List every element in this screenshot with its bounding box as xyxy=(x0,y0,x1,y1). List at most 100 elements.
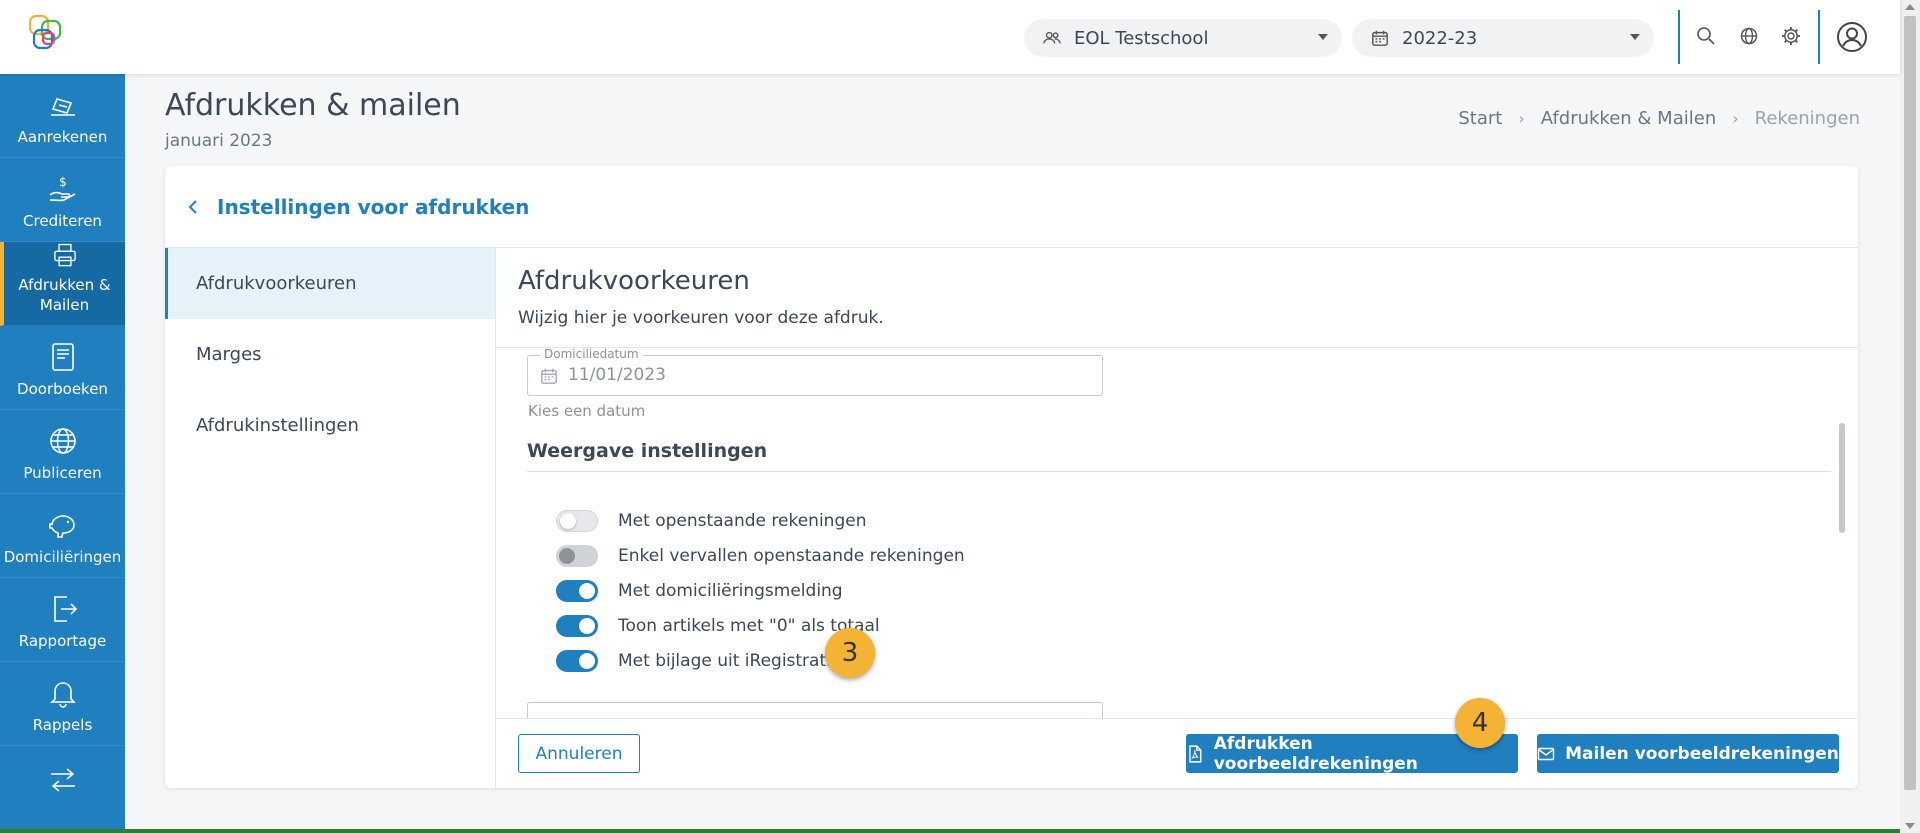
sidebar-item-label: Publiceren xyxy=(23,464,102,482)
user-avatar-icon[interactable] xyxy=(1836,21,1868,53)
divider xyxy=(1818,10,1820,64)
settings-card: Instellingen voor afdrukken Afdrukvoorke… xyxy=(165,166,1858,788)
breadcrumb-rekeningen: Rekeningen xyxy=(1754,108,1860,129)
piggy-bank-icon xyxy=(48,515,75,538)
calendar-icon xyxy=(541,368,557,384)
content-title: Afdrukvoorkeuren xyxy=(518,266,750,296)
toggle-label: Enkel vervallen openstaande rekeningen xyxy=(618,546,965,566)
step-marker-3: 3 xyxy=(825,628,875,678)
sidebar-item-aanrekenen[interactable]: Aanrekenen xyxy=(0,74,125,158)
globe-icon xyxy=(49,428,76,454)
card-footer: Annuleren Afdrukken voorbeeldrekeningen … xyxy=(496,718,1858,788)
sidebar-item-label: Aanrekenen xyxy=(17,128,108,146)
chevron-left-icon[interactable] xyxy=(181,195,205,219)
domiciliedatum-label: Domiciliedatum xyxy=(540,348,643,361)
chevron-right-icon: › xyxy=(1732,109,1739,128)
export-icon xyxy=(53,596,77,622)
toggle-row: Met bijlage uit iRegistratie xyxy=(556,648,841,674)
printer-icon xyxy=(53,243,76,267)
users-icon xyxy=(1042,28,1062,48)
pdf-file-icon xyxy=(1189,744,1202,763)
breadcrumb-afdrukken-mailen[interactable]: Afdrukken & Mailen xyxy=(1541,108,1716,129)
sidebar: Aanrekenen $ Crediteren Afdrukken & Mail… xyxy=(0,74,125,833)
page-scrollbar[interactable] xyxy=(1900,0,1920,833)
globe-icon[interactable] xyxy=(1737,24,1761,48)
svg-text:$: $ xyxy=(59,175,67,189)
content-header: Afdrukvoorkeuren Wijzig hier je voorkeur… xyxy=(496,248,1858,348)
toggle-label: Met domiciliëringsmelding xyxy=(618,581,843,601)
scrollbar-thumb[interactable] xyxy=(1904,16,1916,790)
card-title[interactable]: Instellingen voor afdrukken xyxy=(217,195,529,219)
book-icon xyxy=(51,343,74,371)
calendar-icon xyxy=(1370,28,1390,48)
divider xyxy=(527,471,1831,472)
nav-marges[interactable]: Marges xyxy=(165,319,495,390)
page-subtitle: januari 2023 xyxy=(165,131,273,151)
sidebar-item-label: Domiciliëringen xyxy=(3,548,122,566)
sidebar-item-domicilieringen[interactable]: Domiciliëringen xyxy=(0,494,125,578)
school-select[interactable]: EOL Testschool xyxy=(1024,19,1342,57)
sidebar-item-rapportage[interactable]: Rapportage xyxy=(0,578,125,662)
sidebar-item-crediteren[interactable]: $ Crediteren xyxy=(0,158,125,242)
sidebar-item-transfer[interactable] xyxy=(0,746,125,833)
divider xyxy=(1678,10,1680,64)
page-title: Afdrukken & mailen xyxy=(165,88,461,123)
content-subtitle: Wijzig hier je voorkeuren voor deze afdr… xyxy=(518,308,884,328)
scroll-down-icon[interactable] xyxy=(1905,823,1915,829)
toggle-openstaande-rekeningen[interactable] xyxy=(556,510,598,532)
settings-nav: Afdrukvoorkeuren Marges Afdrukinstelling… xyxy=(165,248,496,788)
text-field[interactable] xyxy=(527,702,1103,718)
date-hint: Kies een datum xyxy=(528,402,646,420)
sidebar-item-label: Rappels xyxy=(32,716,93,734)
card-header: Instellingen voor afdrukken xyxy=(165,166,1858,248)
sidebar-item-publiceren[interactable]: Publiceren xyxy=(0,410,125,494)
sidebar-item-label: Doorboeken xyxy=(17,380,108,398)
toggle-vervallen-rekeningen[interactable] xyxy=(556,545,598,567)
section-title: Weergave instellingen xyxy=(527,440,768,462)
bottom-strip xyxy=(0,829,1900,833)
sidebar-item-rappels[interactable]: Rappels xyxy=(0,662,125,746)
search-icon[interactable] xyxy=(1694,24,1718,48)
app-logo-icon[interactable] xyxy=(26,13,66,53)
toggle-artikels-nul-totaal[interactable] xyxy=(556,615,598,637)
year-select[interactable]: 2022-23 xyxy=(1352,19,1654,57)
sidebar-item-label: Afdrukken & Mailen xyxy=(18,276,111,314)
envelope-icon xyxy=(1537,747,1555,760)
hand-dollar-icon: $ xyxy=(49,175,75,202)
caret-down-icon xyxy=(1318,34,1328,40)
sidebar-item-label: Crediteren xyxy=(23,212,102,230)
invoice-icon xyxy=(50,98,75,116)
caret-down-icon xyxy=(1630,34,1640,40)
preferences-scroll-area[interactable]: Domiciliedatum 11/01/2023 Kies een datum… xyxy=(496,348,1858,718)
mail-preview-button[interactable]: Mailen voorbeeldrekeningen xyxy=(1537,734,1839,773)
breadcrumb-start[interactable]: Start xyxy=(1458,108,1502,129)
inner-scrollbar-thumb[interactable] xyxy=(1839,423,1845,533)
cancel-button[interactable]: Annuleren xyxy=(518,734,640,773)
step-marker-4: 4 xyxy=(1455,698,1505,748)
domiciliedatum-value: 11/01/2023 xyxy=(568,365,666,385)
toggle-domicilieringsmelding[interactable] xyxy=(556,580,598,602)
sidebar-item-afdrukken-mailen[interactable]: Afdrukken & Mailen xyxy=(0,242,125,326)
nav-afdrukinstellingen[interactable]: Afdrukinstellingen xyxy=(165,390,495,461)
school-select-value: EOL Testschool xyxy=(1074,27,1209,49)
mail-preview-label: Mailen voorbeeldrekeningen xyxy=(1565,743,1839,764)
top-bar: EOL Testschool 2022-23 xyxy=(0,0,1900,74)
chevron-right-icon: › xyxy=(1518,109,1525,128)
transfer-arrows-icon xyxy=(50,768,75,792)
domiciliedatum-field[interactable]: Domiciliedatum 11/01/2023 xyxy=(527,348,1103,396)
bell-icon xyxy=(49,682,76,708)
nav-afdrukvoorkeuren[interactable]: Afdrukvoorkeuren xyxy=(165,248,495,319)
scroll-up-icon[interactable] xyxy=(1905,4,1915,10)
toggle-bijlage-iregistratie[interactable] xyxy=(556,650,598,672)
toggle-row: Met openstaande rekeningen xyxy=(556,508,866,534)
toggle-label: Met openstaande rekeningen xyxy=(618,511,867,531)
toggle-row: Enkel vervallen openstaande rekeningen xyxy=(556,543,965,569)
settings-content: Afdrukvoorkeuren Wijzig hier je voorkeur… xyxy=(496,248,1858,788)
toggle-label: Met bijlage uit iRegistratie xyxy=(618,651,842,671)
sidebar-item-doorboeken[interactable]: Doorboeken xyxy=(0,326,125,410)
toggle-row: Met domiciliëringsmelding xyxy=(556,578,843,604)
year-select-value: 2022-23 xyxy=(1402,27,1478,49)
sidebar-item-label: Rapportage xyxy=(18,632,107,650)
gear-icon[interactable] xyxy=(1779,24,1803,48)
breadcrumb: Start › Afdrukken & Mailen › Rekeningen xyxy=(1458,108,1860,129)
